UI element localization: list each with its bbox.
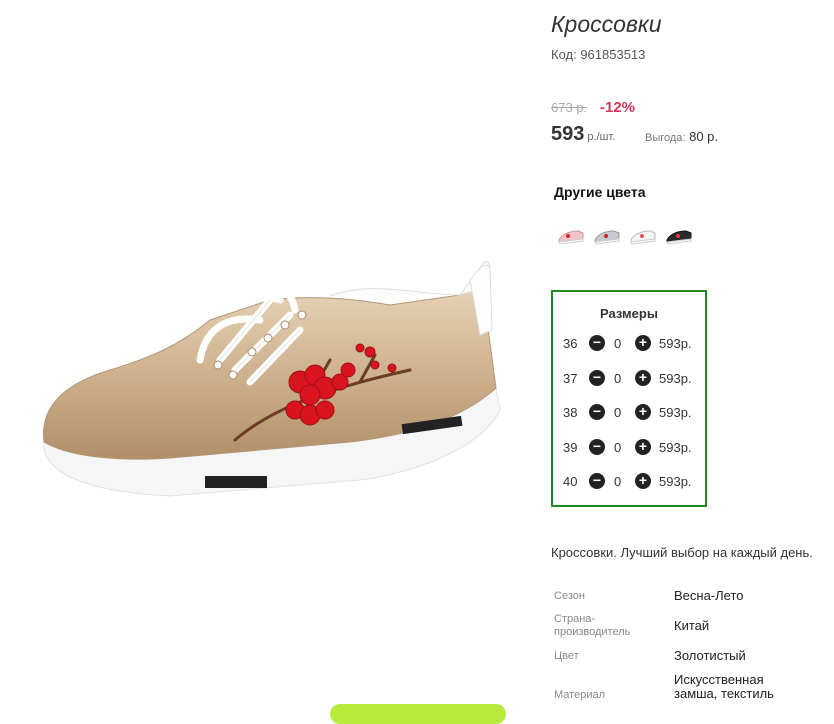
size-label: 40 — [563, 474, 578, 489]
size-row: 37 − 0 + 593р. — [553, 368, 705, 390]
size-row: 39 − 0 + 593р. — [553, 437, 705, 459]
product-title: Кроссовки — [551, 11, 662, 37]
minus-circle-icon[interactable]: − — [589, 473, 605, 489]
minus-circle-icon[interactable]: − — [589, 439, 605, 455]
spec-label-color: Цвет — [554, 650, 579, 662]
plus-circle-icon[interactable]: + — [635, 370, 651, 386]
size-row: 40 − 0 + 593р. — [553, 471, 705, 493]
price-unit: р./шт. — [587, 131, 616, 143]
size-price: 593р. — [659, 336, 692, 351]
size-price: 593р. — [659, 371, 692, 386]
size-quantity[interactable]: 0 — [614, 405, 621, 420]
size-quantity[interactable]: 0 — [614, 371, 621, 386]
product-code: Код: 961853513 — [551, 47, 646, 62]
size-price: 593р. — [659, 440, 692, 455]
size-label: 38 — [563, 405, 578, 420]
price-value: 593 — [551, 123, 585, 145]
minus-circle-icon[interactable]: − — [589, 335, 605, 351]
spec-label-country: Страна-производитель — [554, 613, 631, 638]
old-price: 673 р. — [551, 100, 588, 115]
color-swatch-silver[interactable] — [592, 222, 622, 248]
sizes-panel: Размеры 36 − 0 + 593р. 37 − 0 + 593р. 38… — [551, 290, 707, 507]
current-price: 593 р./шт. — [551, 123, 615, 146]
add-to-cart-button[interactable] — [330, 704, 506, 724]
plus-circle-icon[interactable]: + — [635, 473, 651, 489]
spec-value-material: Искусственная замша, текстиль — [674, 672, 774, 701]
spec-value-color: Золотистый — [674, 648, 746, 663]
spec-value-country: Китай — [674, 618, 710, 633]
size-row: 36 − 0 + 593р. — [553, 333, 705, 355]
size-label: 36 — [563, 336, 578, 351]
benefit-value: 80 р. — [689, 129, 719, 144]
spec-label-season: Сезон — [554, 590, 585, 602]
minus-circle-icon[interactable]: − — [589, 370, 605, 386]
product-image — [43, 261, 501, 497]
size-price: 593р. — [659, 405, 692, 420]
size-quantity[interactable]: 0 — [614, 336, 621, 351]
discount-badge: -12% — [600, 99, 636, 116]
spec-label-material: Материал — [554, 689, 605, 701]
sizes-title: Размеры — [600, 306, 658, 321]
product-description: Кроссовки. Лучший выбор на каждый день. — [551, 545, 813, 560]
benefit-label: Выгода: — [645, 132, 686, 144]
size-row: 38 − 0 + 593р. — [553, 402, 705, 424]
color-swatch-pink[interactable] — [556, 222, 586, 248]
benefit: Выгода: 80 р. — [645, 129, 718, 144]
size-quantity[interactable]: 0 — [614, 474, 621, 489]
minus-circle-icon[interactable]: − — [589, 404, 605, 420]
plus-circle-icon[interactable]: + — [635, 439, 651, 455]
spec-value-season: Весна-Лето — [674, 588, 744, 603]
size-label: 37 — [563, 371, 578, 386]
other-colors-title: Другие цвета — [554, 184, 646, 200]
plus-circle-icon[interactable]: + — [635, 335, 651, 351]
size-label: 39 — [563, 440, 578, 455]
size-price: 593р. — [659, 474, 692, 489]
color-swatch-black[interactable] — [664, 222, 694, 248]
plus-circle-icon[interactable]: + — [635, 404, 651, 420]
size-quantity[interactable]: 0 — [614, 440, 621, 455]
color-swatch-white[interactable] — [628, 222, 658, 248]
